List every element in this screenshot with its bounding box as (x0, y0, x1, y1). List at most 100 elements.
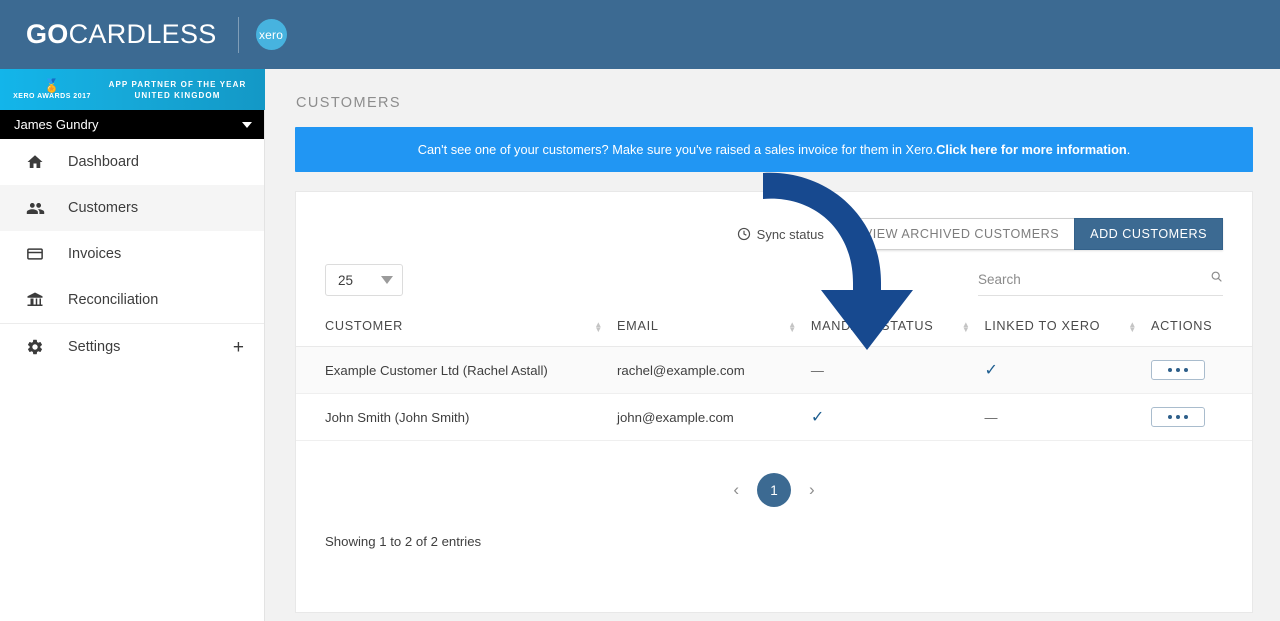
sidebar-item-label: Reconciliation (68, 292, 159, 308)
toolbar-button-group: VIEW ARCHIVED CUSTOMERS ADD CUSTOMERS (847, 218, 1223, 250)
cell-mandate-status: — (810, 346, 985, 394)
row-actions-button[interactable] (1151, 407, 1206, 427)
ellipsis-icon (1176, 415, 1181, 419)
search-input[interactable] (978, 271, 1178, 287)
award-banner-left: 🏅 XERO AWARDS 2017 (0, 79, 104, 100)
cell-actions (1151, 393, 1252, 441)
award-banner-right: APP PARTNER OF THE YEAR UNITED KINGDOM (104, 79, 265, 101)
top-brand-bar: GOCARDLESS xero (0, 0, 1280, 69)
column-header-email[interactable]: EMAIL ▲ ▼ (617, 309, 811, 347)
bank-icon (22, 291, 48, 309)
sidebar-nav: Dashboard Customers Invoices Reconciliat… (0, 139, 264, 370)
sync-status[interactable]: Sync status (737, 227, 824, 242)
card-toolbar: Sync status VIEW ARCHIVED CUSTOMERS ADD … (296, 192, 1252, 252)
brand-wordmark: GOCARDLESS (26, 19, 217, 50)
main-content: CUSTOMERS Can't see one of your customer… (265, 69, 1280, 621)
brand-go: GO (26, 19, 69, 49)
credit-card-icon (22, 245, 48, 263)
column-label: LINKED TO XERO (984, 319, 1101, 333)
sort-icon[interactable]: ▲ ▼ (962, 320, 971, 333)
cell-customer: Example Customer Ltd (Rachel Astall) (296, 346, 618, 394)
add-customers-button[interactable]: ADD CUSTOMERS (1074, 218, 1223, 250)
award-line-2: UNITED KINGDOM (134, 90, 221, 100)
table-row[interactable]: John Smith (John Smith) john@example.com… (296, 393, 1252, 441)
info-banner-text-end: . (1126, 142, 1131, 157)
sidebar-item-reconciliation[interactable]: Reconciliation (0, 277, 264, 323)
row-actions-button[interactable] (1151, 360, 1206, 380)
column-label: CUSTOMER (325, 319, 403, 333)
customers-table: CUSTOMER ▲ ▼ EMAIL ▲ ▼ MANDATE STATUS ▲ ▼ (296, 309, 1252, 441)
sidebar-item-label: Settings (68, 339, 121, 355)
pagination-next-button[interactable]: › (807, 480, 817, 500)
chevron-down-icon (242, 121, 252, 128)
info-banner-text: Can't see one of your customers? Make su… (417, 142, 937, 157)
cell-linked-to-xero: ✓ (984, 346, 1152, 394)
sidebar: 🏅 XERO AWARDS 2017 APP PARTNER OF THE YE… (0, 69, 265, 621)
sidebar-item-invoices[interactable]: Invoices (0, 231, 264, 277)
cell-customer: John Smith (John Smith) (296, 393, 618, 441)
column-header-linked-to-xero[interactable]: LINKED TO XERO ▲ ▼ (984, 309, 1152, 347)
cell-email: rachel@example.com (617, 346, 811, 394)
sidebar-item-label: Dashboard (68, 154, 139, 170)
customers-card: Sync status VIEW ARCHIVED CUSTOMERS ADD … (295, 191, 1253, 613)
award-banner: 🏅 XERO AWARDS 2017 APP PARTNER OF THE YE… (0, 69, 265, 110)
table-body: Example Customer Ltd (Rachel Astall) rac… (296, 346, 1252, 441)
cell-linked-to-xero: — (984, 393, 1152, 441)
gear-icon (22, 338, 48, 356)
ellipsis-icon (1168, 368, 1173, 372)
user-name-label: James Gundry (14, 117, 99, 132)
plus-icon[interactable]: + (233, 338, 244, 357)
sidebar-item-label: Invoices (68, 246, 122, 262)
cell-actions (1151, 346, 1252, 394)
chevron-down-icon (381, 276, 393, 284)
column-header-actions: ACTIONS (1151, 309, 1252, 347)
ellipsis-icon (1168, 415, 1173, 419)
search-icon[interactable] (1210, 270, 1223, 288)
table-header-row: CUSTOMER ▲ ▼ EMAIL ▲ ▼ MANDATE STATUS ▲ ▼ (296, 309, 1252, 347)
sync-status-label: Sync status (756, 226, 824, 242)
table-row[interactable]: Example Customer Ltd (Rachel Astall) rac… (296, 346, 1252, 394)
brand-divider (237, 16, 239, 53)
award-year-label: XERO AWARDS 2017 (13, 92, 91, 100)
ellipsis-icon (1184, 415, 1189, 419)
table-controls: 25 (296, 252, 1252, 296)
award-medal-icon: 🏅 (43, 77, 61, 93)
pagination-prev-button[interactable]: ‹ (731, 480, 741, 500)
sidebar-item-settings[interactable]: Settings + (0, 324, 264, 370)
sort-icon[interactable]: ▲ ▼ (1128, 320, 1137, 333)
pagination: ‹ 1 › (296, 473, 1252, 507)
sidebar-item-dashboard[interactable]: Dashboard (0, 139, 264, 185)
award-line-1: APP PARTNER OF THE YEAR (108, 79, 247, 89)
page-title: CUSTOMERS (296, 95, 401, 111)
xero-logo-icon: xero (255, 19, 287, 50)
sidebar-item-label: Customers (68, 200, 139, 216)
brand-logo[interactable]: GOCARDLESS xero (0, 0, 287, 69)
home-icon (22, 153, 48, 171)
cell-mandate-status: ✓ (810, 393, 985, 441)
entries-summary: Showing 1 to 2 of 2 entries (325, 534, 482, 549)
sidebar-item-customers[interactable]: Customers (0, 185, 264, 231)
column-label: EMAIL (617, 319, 659, 333)
column-header-customer[interactable]: CUSTOMER ▲ ▼ (296, 309, 618, 347)
brand-cardless: CARDLESS (68, 19, 217, 49)
user-account-bar[interactable]: James Gundry (0, 110, 264, 139)
info-banner-link[interactable]: Click here for more information (936, 142, 1127, 157)
pagination-page-1[interactable]: 1 (757, 473, 791, 507)
people-icon (22, 199, 48, 218)
clock-icon (737, 227, 751, 241)
page-size-select[interactable]: 25 (325, 264, 403, 296)
sort-icon[interactable]: ▲ ▼ (594, 320, 603, 333)
ellipsis-icon (1184, 368, 1189, 372)
info-banner: Can't see one of your customers? Make su… (295, 127, 1253, 172)
search-box (978, 270, 1223, 296)
sort-icon[interactable]: ▲ ▼ (788, 320, 797, 333)
column-label: ACTIONS (1151, 319, 1213, 333)
column-label: MANDATE STATUS (810, 319, 934, 333)
app-root: GOCARDLESS xero 🏅 XERO AWARDS 2017 APP P… (0, 0, 1280, 621)
column-header-mandate-status[interactable]: MANDATE STATUS ▲ ▼ (810, 309, 985, 347)
ellipsis-icon (1176, 368, 1181, 372)
table-head: CUSTOMER ▲ ▼ EMAIL ▲ ▼ MANDATE STATUS ▲ ▼ (296, 309, 1252, 347)
cell-email: john@example.com (617, 393, 811, 441)
page-size-value: 25 (338, 272, 354, 288)
view-archived-customers-button[interactable]: VIEW ARCHIVED CUSTOMERS (847, 218, 1075, 250)
